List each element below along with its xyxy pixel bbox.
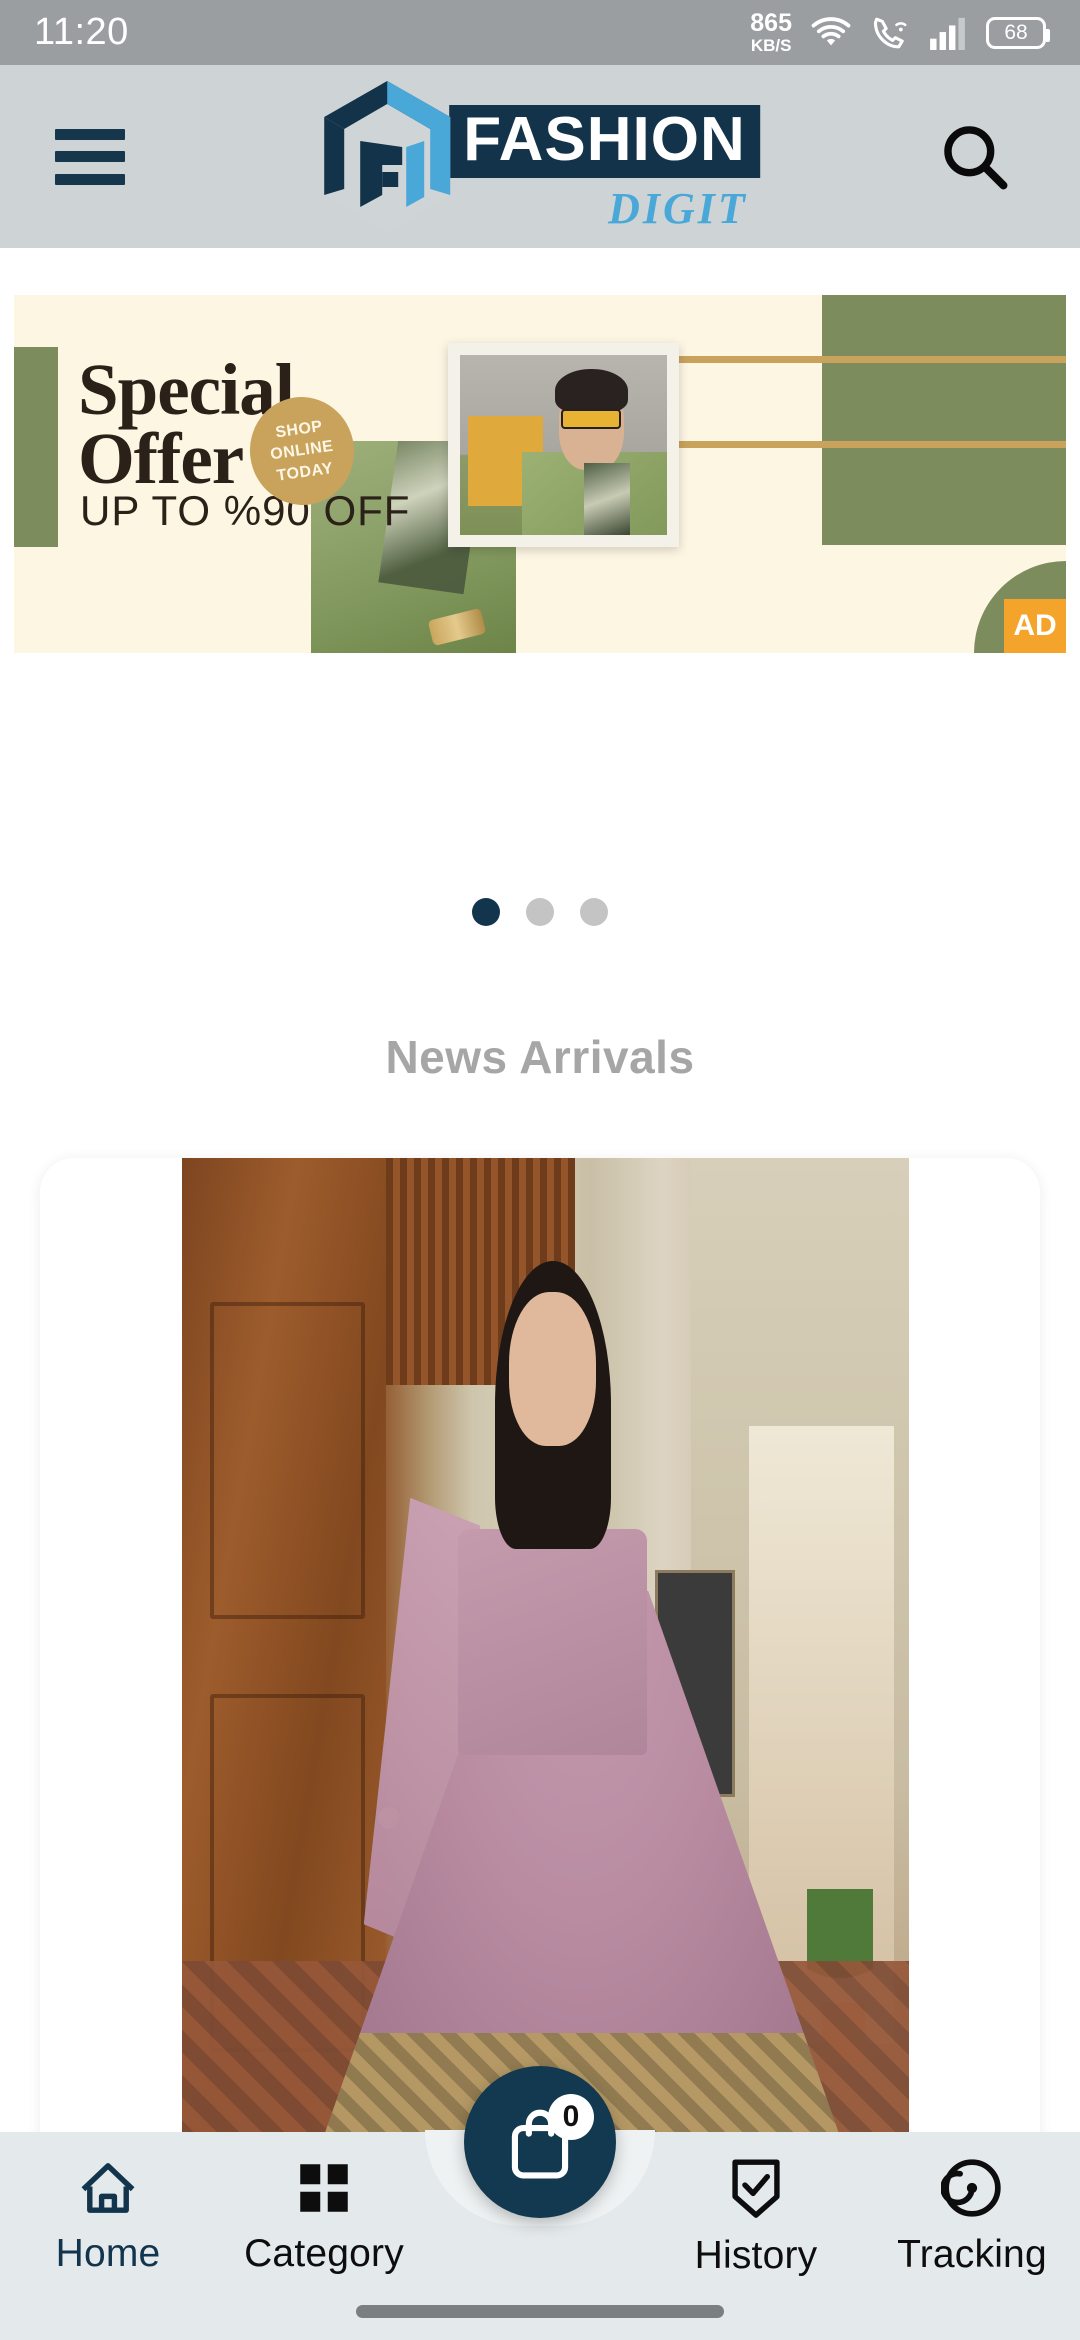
promo-banner-slide[interactable]: Special Offer UP TO %90 OFF SHOP ONLINE … [14, 295, 1066, 653]
nav-item-tracking[interactable]: Tracking [864, 2157, 1080, 2277]
nav-label-home: Home [55, 2232, 161, 2275]
section-title-news-arrivals: News Arrivals [385, 1031, 695, 1083]
cart-badge-count: 0 [548, 2094, 594, 2140]
network-speed-indicator: 865 KB/S [750, 9, 792, 55]
image-model-face [509, 1291, 597, 1447]
battery-level-text: 68 [1004, 20, 1028, 44]
image-model-blouse [458, 1528, 648, 1756]
shield-check-icon [732, 2159, 780, 2218]
nav-label-history: History [694, 2234, 818, 2277]
carousel-dot-2[interactable] [526, 898, 554, 926]
banner-model-photo [460, 355, 667, 535]
nav-label-tracking: Tracking [897, 2233, 1047, 2276]
vowifi-call-icon [870, 14, 912, 52]
home-icon [81, 2163, 135, 2213]
brand-subtitle: DIGIT [608, 184, 748, 233]
nav-item-category[interactable]: Category [216, 2158, 432, 2276]
photo-scarf-shape [584, 463, 630, 535]
ad-badge: AD [1004, 599, 1066, 653]
app-screen: 11:20 865 KB/S 68 FASHION DIGIT Special … [0, 0, 1080, 2340]
banner-subtitle: UP TO %90 OFF [80, 487, 411, 534]
hamburger-menu-icon[interactable] [55, 128, 125, 185]
wifi-icon [808, 14, 854, 52]
status-bar: 11:20 865 KB/S 68 [0, 0, 1080, 65]
product-card[interactable] [40, 1158, 1040, 2188]
fd-hexagon-logo-icon [320, 77, 455, 237]
nav-label-category: Category [244, 2232, 404, 2275]
brand-logo[interactable]: FASHION DIGIT [320, 77, 760, 237]
photo-hair-shape [555, 369, 628, 413]
banner-green-block-right [822, 295, 1066, 545]
network-speed-value: 865 [750, 9, 792, 37]
system-gesture-bar[interactable] [356, 2305, 724, 2318]
battery-indicator: 68 [986, 16, 1050, 49]
search-icon[interactable] [932, 114, 1018, 200]
bottom-navigation-bar: 0 Home Category History Tracking [0, 2066, 1080, 2340]
app-header: FASHION DIGIT [0, 65, 1080, 248]
nav-item-home[interactable]: Home [0, 2158, 216, 2276]
carousel-dot-3[interactable] [580, 898, 608, 926]
banner-title-line1: Special [78, 349, 295, 430]
product-image [182, 1158, 909, 2188]
grid-icon [300, 2164, 348, 2212]
nav-item-history[interactable]: History [648, 2156, 864, 2278]
hamburger-bar [55, 173, 125, 185]
tracking-target-icon [941, 2159, 1001, 2217]
brand-name: FASHION [449, 105, 760, 178]
hamburger-bar [55, 151, 125, 162]
network-speed-unit: KB/S [750, 36, 792, 55]
cart-fab-button[interactable]: 0 [464, 2066, 616, 2218]
banner-green-block-left [14, 347, 58, 547]
status-bar-indicators: 865 KB/S 68 [750, 9, 1050, 55]
photo-sunglasses-shape [561, 409, 622, 429]
cellular-signal-icon [928, 16, 970, 50]
status-bar-clock: 11:20 [34, 11, 129, 53]
banner-photo-framed [448, 343, 679, 547]
hamburger-bar [55, 128, 125, 140]
brand-text-block: FASHION DIGIT [449, 77, 760, 234]
carousel-dot-1[interactable] [472, 898, 500, 926]
carousel-dots[interactable] [0, 898, 1080, 926]
promo-banner-carousel[interactable]: Special Offer UP TO %90 OFF SHOP ONLINE … [0, 248, 1080, 898]
